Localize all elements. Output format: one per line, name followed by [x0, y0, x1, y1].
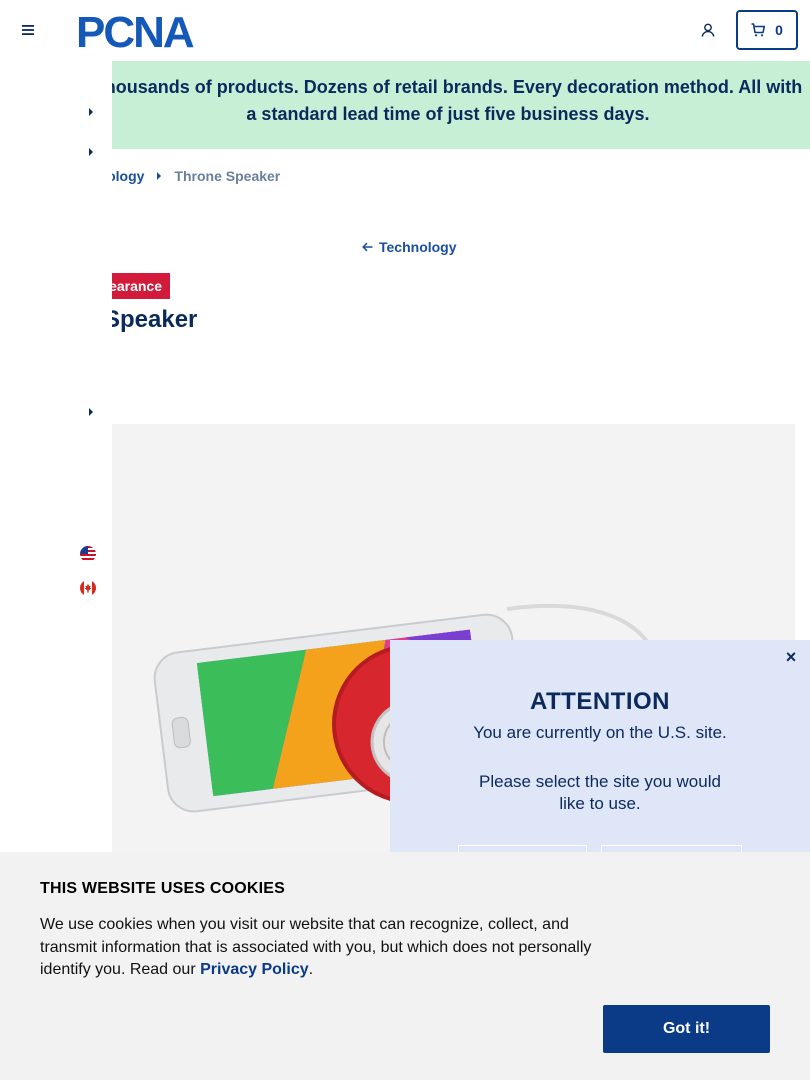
back-link-label: Technology [379, 239, 457, 255]
logo-graphic: PCNA [76, 8, 196, 57]
cookie-text: We use cookies when you visit our websit… [40, 914, 600, 982]
cart-count: 0 [775, 22, 783, 38]
accept-cookies-button[interactable]: Got it! [603, 1005, 770, 1053]
back-to-technology-link[interactable]: Technology [362, 239, 457, 255]
hamburger-icon [22, 25, 34, 35]
caret-right-icon [157, 172, 162, 180]
banner-text: Thousands of products. Dozens of retail … [93, 77, 803, 124]
account-button[interactable] [697, 18, 719, 42]
logo-text: PCNA [76, 10, 194, 50]
chevron-right-icon[interactable] [86, 106, 96, 118]
menu-button[interactable] [18, 20, 38, 40]
cookie-end: . [308, 961, 314, 978]
us-flag-icon[interactable] [80, 546, 96, 562]
close-icon[interactable]: × [782, 648, 800, 666]
canada-flag-icon[interactable] [80, 580, 96, 596]
cookie-banner: THIS WEBSITE USES COOKIES We use cookies… [0, 852, 810, 1080]
user-icon [701, 23, 715, 37]
pcna-logo[interactable]: PCNA [76, 8, 224, 57]
chevron-right-icon[interactable] [86, 146, 96, 158]
attention-instruction: Please select the site you would like to… [479, 772, 721, 813]
site-header: PCNA 0 [0, 0, 810, 61]
attention-title: ATTENTION [529, 688, 671, 715]
breadcrumb-current: Throne Speaker [174, 168, 281, 184]
promo-banner: Thousands of products. Dozens of retail … [0, 61, 810, 149]
cookie-title: THIS WEBSITE USES COOKIES [40, 880, 286, 897]
chevron-right-icon[interactable] [86, 406, 96, 418]
side-drawer [0, 61, 112, 852]
arrow-left-icon [362, 242, 373, 252]
attention-current-site: You are currently on the U.S. site. [473, 723, 727, 742]
clearance-badge-label: earance [109, 278, 162, 294]
product-title: Speaker [104, 306, 198, 333]
cookie-body: We use cookies when you visit our websit… [40, 916, 592, 978]
cart-button[interactable]: 0 [736, 10, 798, 50]
privacy-policy-link[interactable]: Privacy Policy [200, 961, 309, 978]
cart-icon [751, 23, 766, 37]
site-selector-popup: × ATTENTION You are currently on the U.S… [390, 640, 810, 880]
breadcrumb: nnology Throne Speaker [90, 167, 280, 185]
